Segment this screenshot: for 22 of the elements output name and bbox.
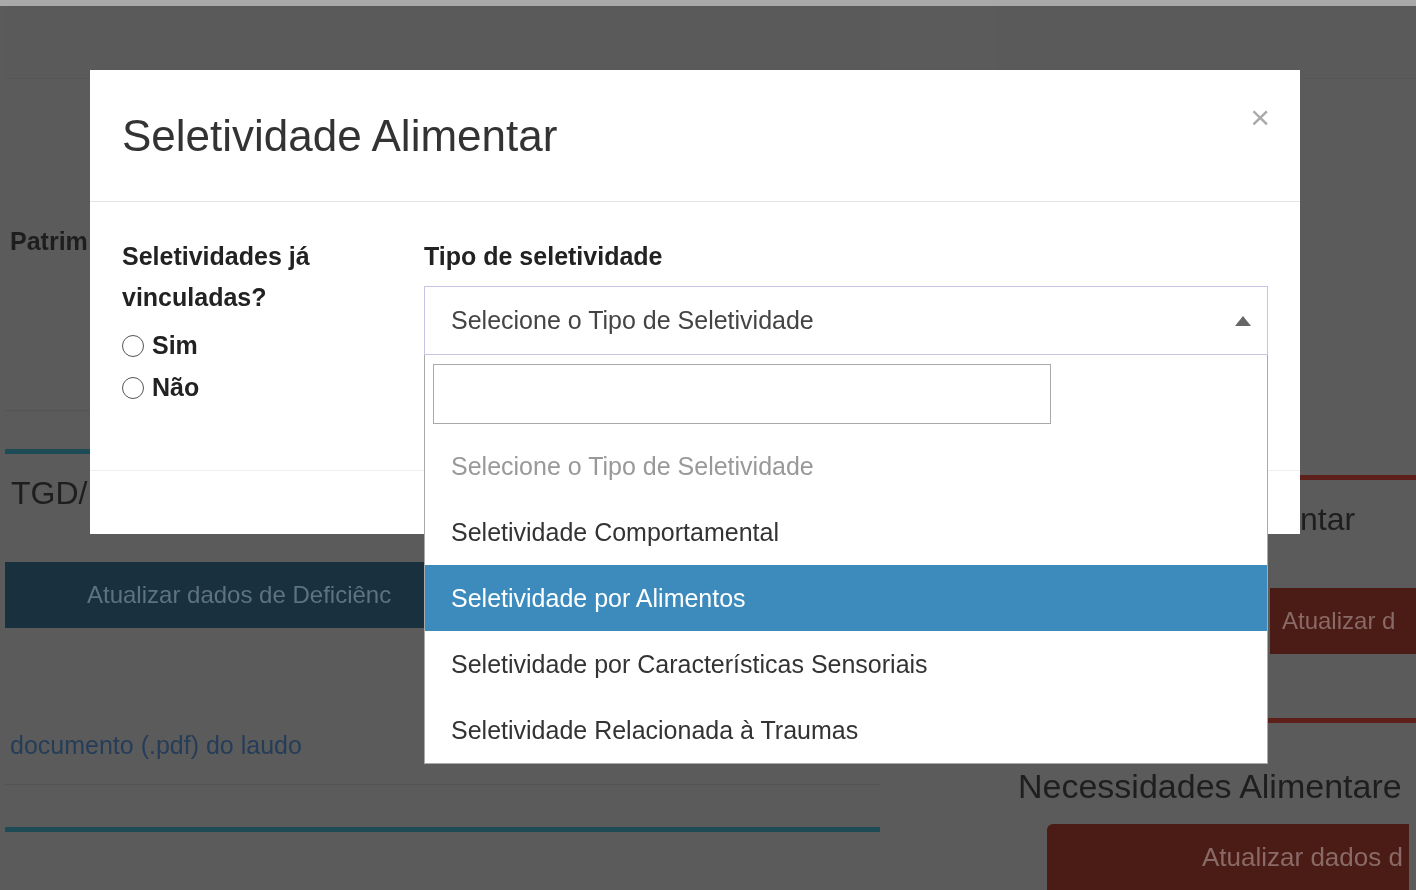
search-field[interactable] bbox=[433, 364, 1051, 424]
dropdown-option[interactable]: Seletividade Comportamental bbox=[425, 499, 1267, 565]
section-heading: TGD/ bbox=[10, 475, 88, 513]
caret-icon bbox=[1235, 316, 1251, 326]
update-button[interactable]: Atualizar dados d bbox=[1047, 824, 1409, 890]
modal-title: Seletividade Alimentar bbox=[122, 110, 558, 161]
section-heading: Necessidades Alimentare bbox=[1018, 767, 1402, 807]
section-label: Patrim bbox=[9, 227, 88, 257]
close-button[interactable]: × bbox=[1250, 100, 1270, 134]
select-field[interactable]: Selecione o Tipo de Seletividade bbox=[424, 286, 1268, 355]
update-button[interactable]: Atualizar dados de Deficiênc bbox=[5, 562, 424, 628]
select-value: Selecione o Tipo de Seletividade bbox=[451, 306, 814, 335]
dropdown-option: Selecione o Tipo de Seletividade bbox=[425, 433, 1267, 499]
select-label: Tipo de seletividade bbox=[424, 241, 664, 272]
section-heading: ntar bbox=[1299, 501, 1356, 539]
dropdown-option[interactable]: Seletividade por Alimentos bbox=[425, 565, 1267, 631]
update-button[interactable]: Atualizar d bbox=[1270, 588, 1416, 654]
dropdown-option[interactable]: Seletividade Relacionada à Traumas bbox=[425, 697, 1267, 763]
dropdown-option[interactable]: Seletividade por Características Sensoriais bbox=[425, 631, 1267, 697]
radio-label: Sim bbox=[152, 331, 198, 360]
question-label: Seletividades já vinculadas? bbox=[122, 241, 311, 313]
radio-label: Não bbox=[152, 373, 200, 402]
